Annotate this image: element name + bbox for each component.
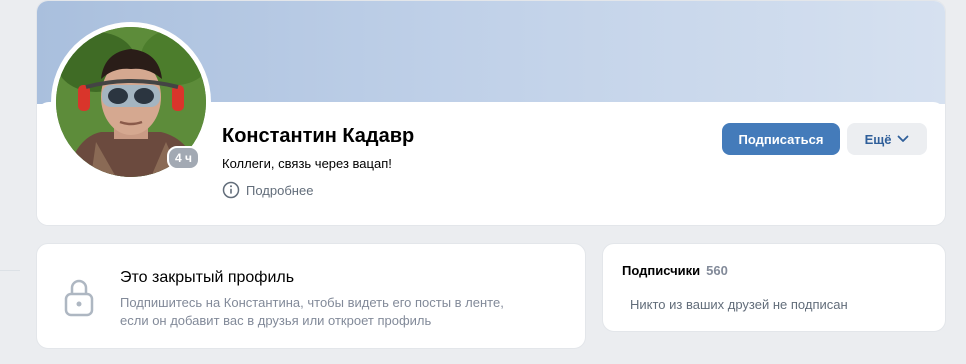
- info-circle-icon: [222, 181, 240, 199]
- profile-status: Коллеги, связь через вацап!: [222, 156, 392, 171]
- profile-name: Константин Кадавр: [222, 125, 415, 147]
- followers-empty-text: Никто из ваших друзей не подписан: [630, 297, 848, 312]
- online-status-badge: 4 ч: [167, 146, 200, 170]
- more-actions-button[interactable]: Ещё: [847, 123, 927, 155]
- private-profile-line-1: Подпишитесь на Константина, чтобы видеть…: [120, 295, 504, 310]
- followers-header-link[interactable]: Подписчики 560: [622, 263, 728, 278]
- followers-count: 560: [706, 263, 728, 278]
- left-sidebar-divider: [0, 270, 20, 271]
- followers-title: Подписчики: [622, 263, 701, 278]
- chevron-down-icon: [898, 135, 909, 142]
- private-profile-line-2: если он добавит вас в друзья или откроет…: [120, 313, 432, 328]
- private-profile-description: Подпишитесь на Константина, чтобы видеть…: [120, 294, 540, 330]
- more-actions-label: Ещё: [864, 131, 892, 147]
- private-profile-title: Это закрытый профиль: [120, 269, 295, 286]
- more-info-link[interactable]: Подробнее: [222, 181, 313, 199]
- lock-icon: [64, 279, 94, 317]
- private-profile-card: Это закрытый профиль Подпишитесь на Конс…: [36, 243, 586, 349]
- followers-card: Подписчики 560 Никто из ваших друзей не п…: [602, 243, 946, 332]
- more-info-label: Подробнее: [246, 182, 314, 198]
- subscribe-button[interactable]: Подписаться: [722, 123, 840, 155]
